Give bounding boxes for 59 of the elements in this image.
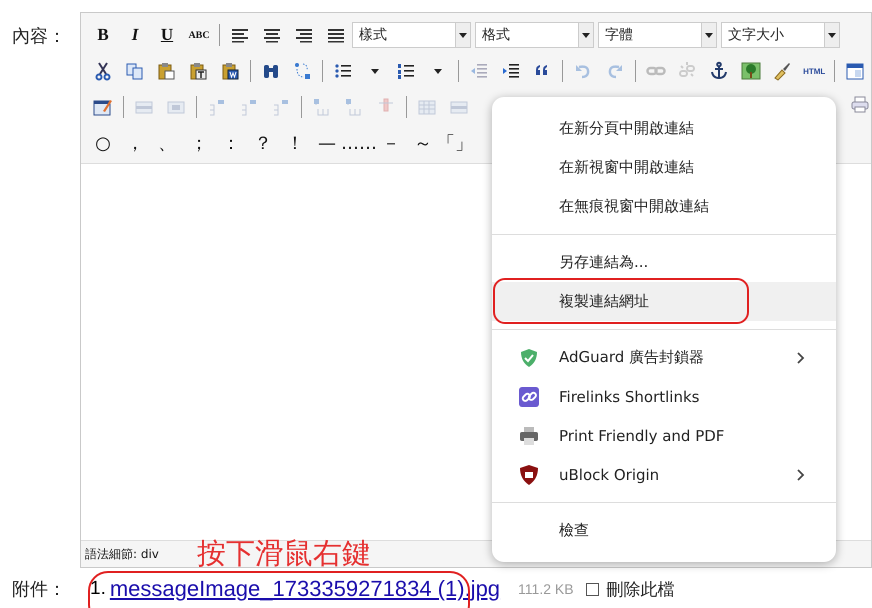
- dropdown[interactable]: 格式: [475, 22, 594, 48]
- menu-item[interactable]: 另存連結為...: [492, 243, 836, 282]
- field-label: 內容：: [11, 25, 67, 49]
- symbol-button[interactable]: ……: [343, 130, 375, 156]
- symbol-button[interactable]: ○: [87, 130, 119, 156]
- printer-icon[interactable]: [850, 94, 870, 114]
- symbol-button[interactable]: ：: [215, 130, 247, 156]
- status-text: 語法細節: div: [85, 546, 159, 562]
- menu-item[interactable]: 在新視窗中開啟連結: [492, 148, 836, 187]
- table-edit-icon[interactable]: [93, 97, 113, 117]
- symbol-button[interactable]: ；: [183, 130, 215, 156]
- scissors-icon[interactable]: [92, 61, 113, 81]
- symbol-button[interactable]: ！: [279, 130, 311, 156]
- underline-button[interactable]: U: [151, 22, 183, 48]
- dropdown[interactable]: 文字大小: [721, 22, 840, 48]
- italic-button[interactable]: I: [119, 22, 151, 48]
- symbol-button[interactable]: —: [311, 130, 343, 156]
- anchor-icon[interactable]: [709, 61, 729, 81]
- strikethrough-button[interactable]: ABC: [183, 22, 215, 48]
- menu-item[interactable]: 在無痕視窗中開啟連結: [492, 187, 836, 226]
- attachment-label: 附件：: [12, 578, 67, 601]
- symbol-button[interactable]: ，: [119, 130, 151, 156]
- caret-icon: [459, 32, 467, 38]
- chain-icon: [518, 386, 540, 408]
- image-icon[interactable]: [740, 61, 761, 81]
- symbol-button[interactable]: 「」: [439, 130, 471, 156]
- caret-icon: [705, 32, 713, 38]
- caret-icon: [582, 32, 590, 38]
- caret-icon: [828, 32, 836, 38]
- clipboard-icon[interactable]: [188, 61, 208, 81]
- list-number: 1.: [90, 578, 106, 600]
- dropdown[interactable]: 樣式: [352, 22, 471, 48]
- numbered-list-icon[interactable]: [396, 61, 416, 81]
- printer-icon: [518, 424, 540, 446]
- menu-item[interactable]: AdGuard 廣告封鎖器: [492, 338, 836, 377]
- menu-item[interactable]: Print Friendly and PDF: [492, 416, 836, 455]
- symbol-button[interactable]: ～: [407, 130, 439, 156]
- dropdown[interactable]: 字體: [598, 22, 717, 48]
- annotation-text: 按下滑鼠右鍵: [197, 535, 371, 572]
- replace-icon[interactable]: [292, 61, 312, 81]
- copy-icon[interactable]: [124, 61, 145, 81]
- brush-icon[interactable]: [772, 61, 792, 81]
- clipboard-icon[interactable]: [220, 61, 240, 81]
- menu-item[interactable]: uBlock Origin: [492, 455, 836, 494]
- menu-item[interactable]: 在新分頁中開啟連結: [492, 109, 836, 148]
- menu-item[interactable]: Firelinks Shortlinks: [492, 377, 836, 416]
- symbol-button[interactable]: ？: [247, 130, 279, 156]
- menu-item[interactable]: 檢查: [492, 511, 836, 550]
- symbol-button[interactable]: 、: [151, 130, 183, 156]
- shield-icon: [518, 464, 540, 486]
- clipboard-icon[interactable]: [156, 61, 176, 81]
- delete-label: 刪除此檔: [606, 578, 675, 600]
- calendar-icon[interactable]: [844, 61, 865, 81]
- symbol-button[interactable]: －: [375, 130, 407, 156]
- bold-button[interactable]: B: [87, 22, 119, 48]
- shield-icon: [518, 346, 540, 368]
- html-source-button[interactable]: HTML: [798, 58, 830, 84]
- file-size: 111.2 KB: [518, 581, 574, 597]
- delete-checkbox[interactable]: [586, 582, 599, 596]
